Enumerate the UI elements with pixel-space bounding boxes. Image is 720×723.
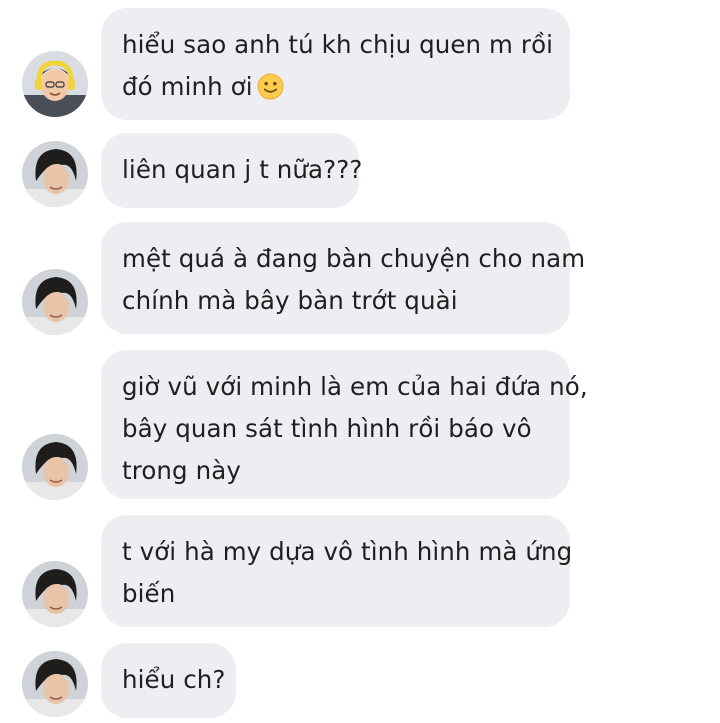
- avatar-dark-hair-man[interactable]: [22, 269, 88, 335]
- message-line: liên quan j t nữa???: [122, 155, 363, 184]
- message-bubble[interactable]: hiểu sao anh tú kh chịu quen m rồi đó mi…: [101, 8, 570, 120]
- message-bubble[interactable]: liên quan j t nữa???: [101, 133, 363, 208]
- avatar-boy-headphones[interactable]: [22, 51, 88, 117]
- chat-thread: hiểu sao anh tú kh chịu quen m rồi đó mi…: [0, 0, 720, 723]
- avatar-dark-hair-man[interactable]: [22, 141, 88, 207]
- message-line: bây quan sát tình hình rồi báo vô: [122, 414, 532, 443]
- message-line: hiểu sao anh tú kh chịu quen m rồi: [122, 30, 554, 59]
- message-line: giờ vũ với minh là em của hai đứa nó,: [122, 372, 588, 401]
- message-bubble[interactable]: giờ vũ với minh là em của hai đứa nó, bâ…: [101, 350, 588, 499]
- slightly-smiling-face-icon: [257, 73, 284, 100]
- message-line: đó minh ơi: [122, 72, 253, 101]
- message-line: hiểu ch?: [122, 665, 226, 694]
- message-bubble[interactable]: hiểu ch?: [101, 643, 236, 718]
- message-bubble[interactable]: mệt quá à đang bàn chuyện cho nam chính …: [101, 222, 586, 334]
- message-line: chính mà bây bàn trớt quài: [122, 286, 458, 315]
- avatar-dark-hair-man[interactable]: [22, 434, 88, 500]
- message-bubble[interactable]: t với hà my dựa vô tình hình mà ứng biến: [101, 515, 573, 627]
- message-line: mệt quá à đang bàn chuyện cho nam: [122, 244, 586, 273]
- message-line: trong này: [122, 456, 241, 485]
- message-line: t với hà my dựa vô tình hình mà ứng: [122, 537, 573, 566]
- avatar-dark-hair-man[interactable]: [22, 561, 88, 627]
- message-line: biến: [122, 579, 176, 608]
- avatar-dark-hair-man[interactable]: [22, 651, 88, 717]
